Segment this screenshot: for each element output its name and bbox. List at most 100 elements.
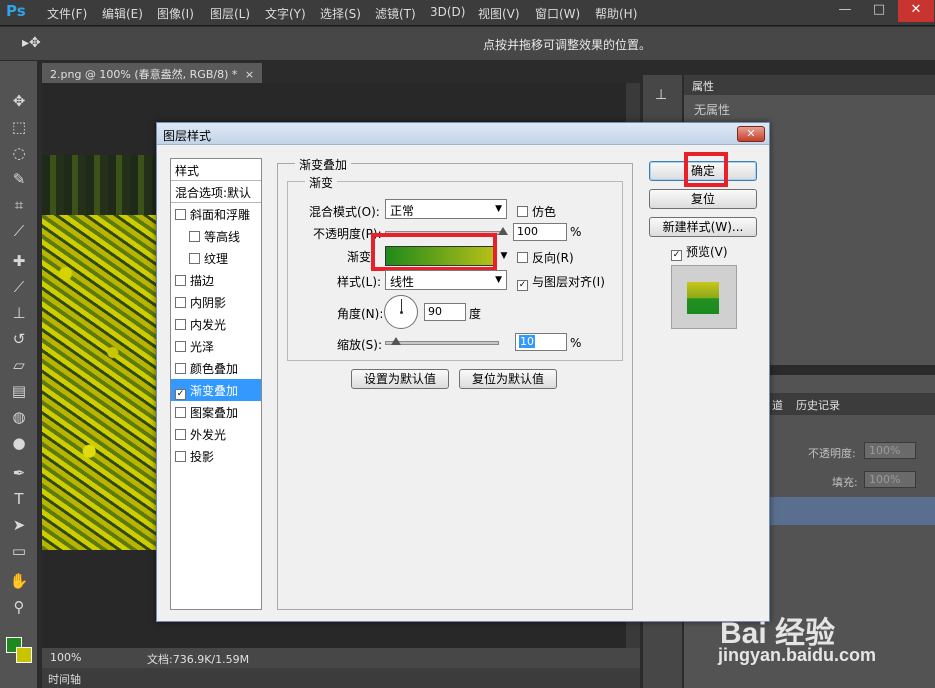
style-list-blend-options[interactable]: 混合选项:默认	[171, 181, 261, 203]
crop-icon[interactable]: ⌗	[9, 195, 29, 215]
checkbox-icon[interactable]	[175, 363, 186, 374]
reset-button[interactable]: 复位	[649, 189, 757, 209]
blur-icon[interactable]: ◍	[9, 407, 29, 427]
scale-slider-thumb[interactable]	[391, 337, 402, 345]
gradient-picker-chevron-icon[interactable]: ▼	[497, 247, 511, 265]
style-list-item[interactable]: 内阴影	[171, 291, 261, 313]
style-list-item[interactable]: 投影	[171, 445, 261, 467]
style-list-item[interactable]: 颜色叠加	[171, 357, 261, 379]
checkbox-icon[interactable]	[175, 451, 186, 462]
checkbox-icon[interactable]	[175, 297, 186, 308]
checkbox-icon[interactable]	[175, 209, 186, 220]
reset-default-button[interactable]: 复位为默认值	[459, 369, 557, 389]
dither-label: 仿色	[532, 205, 557, 219]
quick-select-icon[interactable]: ✎	[9, 169, 29, 189]
style-list-item[interactable]: ✓ 渐变叠加	[171, 379, 261, 401]
opacity-slider-thumb[interactable]	[498, 227, 508, 235]
pen-icon[interactable]: ✒	[9, 463, 29, 483]
menu-3d[interactable]: 3D(D)	[430, 5, 465, 19]
gradient-icon[interactable]: ▤	[9, 381, 29, 401]
status-bar: 100% 文档:736.9K/1.59M	[42, 648, 640, 668]
checkbox-icon[interactable]	[175, 341, 186, 352]
menu-select[interactable]: 选择(S)	[320, 5, 361, 22]
angle-input[interactable]: 90	[424, 303, 466, 321]
style-list-item[interactable]: 外发光	[171, 423, 261, 445]
checkbox-icon[interactable]	[189, 253, 200, 264]
style-list-item[interactable]: 纹理	[171, 247, 261, 269]
brush-icon[interactable]: ⟋	[9, 277, 29, 297]
path-select-icon[interactable]: ➤	[9, 515, 29, 535]
reverse-label: 反向(R)	[532, 251, 574, 265]
maximize-button[interactable]: □	[864, 0, 894, 22]
lasso-icon[interactable]: ◌	[9, 143, 29, 163]
new-style-button[interactable]: 新建样式(W)...	[649, 217, 757, 237]
style-list-item-label: 外发光	[190, 428, 227, 442]
checkbox-icon[interactable]	[189, 231, 200, 242]
zoom-icon[interactable]: ⚲	[9, 597, 29, 617]
opacity-input[interactable]: 100	[513, 223, 567, 241]
layer-fill-label: 填充:	[832, 476, 858, 489]
dialog-title-bar[interactable]: 图层样式 ✕	[157, 123, 769, 145]
layer-fill-input[interactable]: 100%	[864, 471, 916, 488]
style-list-item[interactable]: 描边	[171, 269, 261, 291]
hand-icon[interactable]: ✋	[9, 571, 29, 591]
align-checkbox[interactable]: ✓ 与图层对齐(I)	[517, 273, 605, 291]
menu-image[interactable]: 图像(I)	[157, 5, 194, 22]
checkbox-icon[interactable]	[175, 429, 186, 440]
scale-input[interactable]: 10	[515, 333, 567, 351]
dodge-icon[interactable]: ●	[9, 433, 29, 453]
properties-dock-icon[interactable]: ⊥	[655, 87, 667, 103]
tab-history[interactable]: 历史记录	[796, 397, 840, 413]
style-list-item[interactable]: 斜面和浮雕	[171, 203, 261, 225]
background-color-swatch[interactable]	[16, 647, 32, 663]
checkbox-icon[interactable]	[175, 275, 186, 286]
dither-checkbox[interactable]: 仿色	[517, 203, 556, 220]
style-list-header[interactable]: 样式	[171, 159, 261, 181]
healing-icon[interactable]: ✚	[9, 251, 29, 271]
checkbox-icon[interactable]	[175, 319, 186, 330]
properties-tab[interactable]: 属性	[684, 75, 935, 95]
stamp-icon[interactable]: ⊥	[9, 303, 29, 323]
style-list-item[interactable]: 等高线	[171, 225, 261, 247]
menu-file[interactable]: 文件(F)	[47, 5, 87, 22]
move-icon[interactable]: ✥	[9, 91, 29, 111]
menu-type[interactable]: 文字(Y)	[265, 5, 306, 22]
options-bar: ▸✥ 点按并拖移可调整效果的位置。	[0, 27, 935, 61]
window-close-button[interactable]: ✕	[898, 0, 934, 22]
timeline-tab[interactable]: 时间轴	[42, 668, 640, 688]
document-tab[interactable]: 2.png @ 100% (春意盎然, RGB/8) * ×	[42, 63, 262, 83]
marquee-icon[interactable]: ⬚	[9, 117, 29, 137]
checkbox-icon: ✓	[517, 280, 528, 291]
history-brush-icon[interactable]: ↺	[9, 329, 29, 349]
menu-filter[interactable]: 滤镜(T)	[375, 5, 416, 22]
eyedropper-icon[interactable]: ⟋	[9, 221, 29, 241]
tab-channels[interactable]: 道	[772, 397, 783, 413]
eraser-icon[interactable]: ▱	[9, 355, 29, 375]
menu-help[interactable]: 帮助(H)	[595, 5, 637, 22]
style-select[interactable]: 线性 ▼	[385, 270, 507, 290]
minimize-button[interactable]: —	[830, 0, 860, 22]
preview-checkbox[interactable]: ✓ 预览(V)	[671, 243, 728, 261]
style-list-item[interactable]: 光泽	[171, 335, 261, 357]
layer-opacity-input[interactable]: 100%	[864, 442, 916, 459]
shape-icon[interactable]: ▭	[9, 541, 29, 561]
menu-layer[interactable]: 图层(L)	[210, 5, 250, 22]
dialog-close-button[interactable]: ✕	[737, 126, 765, 142]
blend-mode-select[interactable]: 正常 ▼	[385, 199, 507, 219]
move-tool-icon[interactable]: ▸✥	[22, 35, 41, 51]
type-icon[interactable]: T	[9, 489, 29, 509]
angle-dial[interactable]	[384, 295, 418, 329]
menu-window[interactable]: 窗口(W)	[535, 5, 580, 22]
style-value: 线性	[390, 275, 415, 289]
style-list-item[interactable]: 内发光	[171, 313, 261, 335]
menu-view[interactable]: 视图(V)	[478, 5, 520, 22]
document-tab-close-icon[interactable]: ×	[245, 68, 254, 81]
menu-edit[interactable]: 编辑(E)	[102, 5, 143, 22]
reverse-checkbox[interactable]: 反向(R)	[517, 249, 574, 266]
scale-slider[interactable]	[385, 341, 499, 345]
checkbox-icon[interactable]: ✓	[175, 389, 186, 400]
checkbox-icon[interactable]	[175, 407, 186, 418]
set-default-button[interactable]: 设置为默认值	[351, 369, 449, 389]
zoom-level[interactable]: 100%	[50, 651, 81, 664]
style-list-item[interactable]: 图案叠加	[171, 401, 261, 423]
